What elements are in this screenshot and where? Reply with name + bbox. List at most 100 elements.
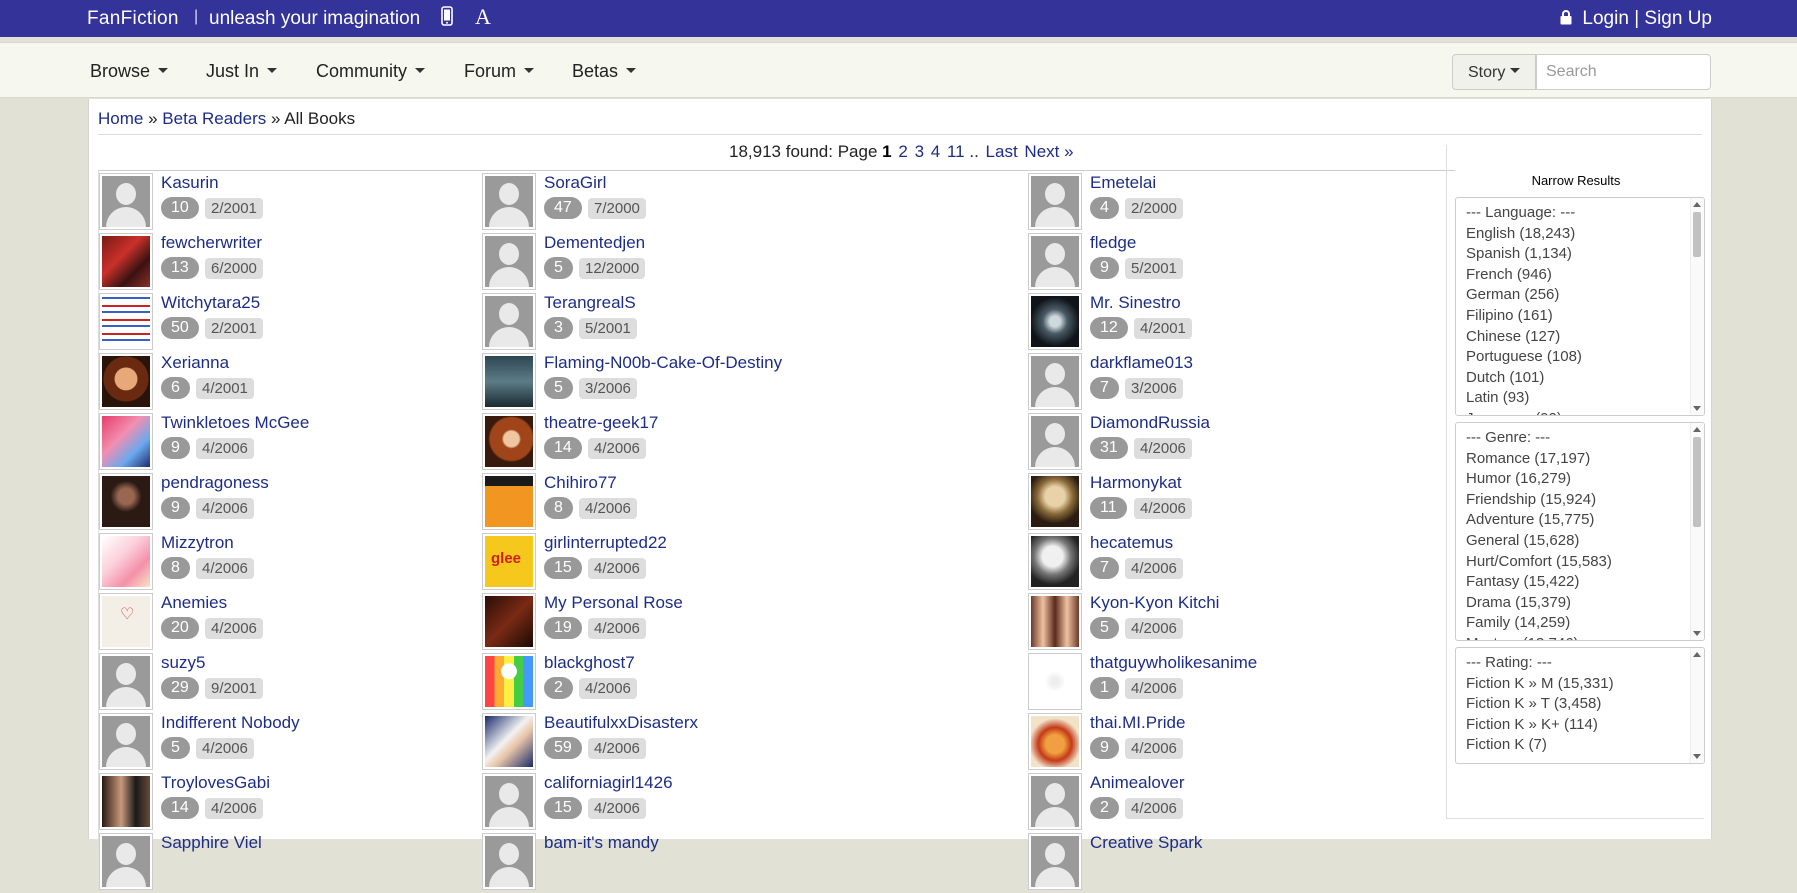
rating-option[interactable]: Fiction K » T (3,458) (1466, 694, 1704, 715)
beta-reader-name-link[interactable]: Harmonykat (1090, 473, 1182, 493)
avatar[interactable] (99, 773, 153, 830)
genre-option[interactable]: Hurt/Comfort (15,583) (1466, 552, 1704, 573)
language-option[interactable]: --- Language: --- (1466, 203, 1704, 224)
language-option[interactable]: German (256) (1466, 285, 1704, 306)
beta-reader-name-link[interactable]: Witchytara25 (161, 293, 260, 313)
nav-community[interactable]: Community (316, 61, 426, 82)
scrollbar[interactable] (1690, 423, 1704, 640)
avatar[interactable] (482, 773, 536, 830)
genre-option[interactable]: Humor (16,279) (1466, 469, 1704, 490)
avatar[interactable] (1028, 353, 1082, 410)
scroll-up-icon[interactable] (1693, 652, 1701, 657)
rating-option[interactable]: --- Rating: --- (1466, 653, 1704, 674)
beta-reader-name-link[interactable]: fledge (1090, 233, 1136, 253)
story-select-button[interactable]: Story (1452, 54, 1536, 90)
avatar[interactable] (1028, 233, 1082, 290)
beta-reader-name-link[interactable]: Kyon-Kyon Kitchi (1090, 593, 1219, 613)
scrollbar-thumb[interactable] (1693, 212, 1701, 257)
avatar[interactable] (482, 713, 536, 770)
nav-forum[interactable]: Forum (464, 61, 535, 82)
avatar[interactable] (1028, 413, 1082, 470)
scrollbar-thumb[interactable] (1693, 437, 1701, 527)
language-option[interactable]: Latin (93) (1466, 388, 1704, 409)
breadcrumb-beta-readers[interactable]: Beta Readers (162, 109, 266, 128)
avatar[interactable] (99, 233, 153, 290)
rating-option[interactable]: Fiction K (7) (1466, 735, 1704, 756)
scrollbar[interactable] (1690, 648, 1704, 763)
beta-reader-name-link[interactable]: TerangrealS (544, 293, 636, 313)
genre-option[interactable]: Adventure (15,775) (1466, 510, 1704, 531)
genre-filter[interactable]: --- Genre: --- Romance (17,197) Humor (16,… (1455, 422, 1705, 641)
beta-reader-name-link[interactable]: Flaming-N00b-Cake-Of-Destiny (544, 353, 782, 373)
language-option[interactable]: Chinese (127) (1466, 327, 1704, 348)
mobile-icon[interactable] (441, 6, 453, 32)
avatar[interactable] (482, 293, 536, 350)
genre-option[interactable]: Mystery (13,746) (1466, 634, 1704, 640)
avatar[interactable] (482, 233, 536, 290)
beta-reader-name-link[interactable]: blackghost7 (544, 653, 635, 673)
login-signup-link[interactable]: Login | Sign Up (1560, 8, 1712, 30)
avatar[interactable] (1028, 293, 1082, 350)
beta-reader-name-link[interactable]: DiamondRussia (1090, 413, 1210, 433)
scroll-down-icon[interactable] (1693, 754, 1701, 759)
page-link[interactable]: 4 (931, 142, 940, 161)
beta-reader-name-link[interactable]: Chihiro77 (544, 473, 617, 493)
avatar[interactable] (482, 533, 536, 590)
avatar[interactable] (482, 353, 536, 410)
avatar[interactable] (1028, 833, 1082, 890)
beta-reader-name-link[interactable]: SoraGirl (544, 173, 606, 193)
beta-reader-name-link[interactable]: Mr. Sinestro (1090, 293, 1181, 313)
beta-reader-name-link[interactable]: girlinterrupted22 (544, 533, 667, 553)
beta-reader-name-link[interactable]: Anemies (161, 593, 227, 613)
language-filter[interactable]: --- Language: --- English (18,243) Spanish… (1455, 197, 1705, 416)
breadcrumb-home[interactable]: Home (98, 109, 143, 128)
beta-reader-name-link[interactable]: My Personal Rose (544, 593, 683, 613)
beta-reader-name-link[interactable]: Kasurin (161, 173, 219, 193)
beta-reader-name-link[interactable]: Mizzytron (161, 533, 234, 553)
genre-option[interactable]: General (15,628) (1466, 531, 1704, 552)
avatar[interactable] (482, 413, 536, 470)
beta-reader-name-link[interactable]: BeautifulxxDisasterx (544, 713, 698, 733)
avatar[interactable] (99, 413, 153, 470)
nav-betas[interactable]: Betas (572, 61, 637, 82)
rating-option[interactable]: Fiction K » M (15,331) (1466, 674, 1704, 695)
scroll-up-icon[interactable] (1693, 202, 1701, 207)
language-option[interactable]: Dutch (101) (1466, 368, 1704, 389)
avatar[interactable] (99, 533, 153, 590)
avatar[interactable] (1028, 593, 1082, 650)
avatar[interactable] (99, 833, 153, 890)
beta-reader-name-link[interactable]: Sapphire Viel (161, 833, 262, 853)
language-option[interactable]: Japanese (92) (1466, 409, 1704, 415)
language-option[interactable]: Portuguese (108) (1466, 347, 1704, 368)
language-option[interactable]: Filipino (161) (1466, 306, 1704, 327)
avatar[interactable] (99, 293, 153, 350)
beta-reader-name-link[interactable]: TroylovesGabi (161, 773, 270, 793)
language-option[interactable]: Spanish (1,134) (1466, 244, 1704, 265)
scroll-down-icon[interactable] (1693, 406, 1701, 411)
beta-reader-name-link[interactable]: thai.MI.Pride (1090, 713, 1185, 733)
avatar[interactable] (99, 473, 153, 530)
avatar[interactable] (482, 473, 536, 530)
auth-text[interactable]: Login | Sign Up (1582, 8, 1712, 29)
beta-reader-name-link[interactable]: Dementedjen (544, 233, 645, 253)
beta-reader-name-link[interactable]: pendragoness (161, 473, 269, 493)
avatar[interactable] (482, 833, 536, 890)
avatar[interactable] (1028, 653, 1082, 710)
beta-reader-name-link[interactable]: bam-it's mandy (544, 833, 659, 853)
scroll-up-icon[interactable] (1693, 427, 1701, 432)
language-option[interactable]: English (18,243) (1466, 224, 1704, 245)
genre-option[interactable]: Friendship (15,924) (1466, 490, 1704, 511)
avatar[interactable] (482, 173, 536, 230)
avatar[interactable] (99, 353, 153, 410)
page-link[interactable]: 3 (915, 142, 924, 161)
beta-reader-name-link[interactable]: theatre-geek17 (544, 413, 658, 433)
beta-reader-name-link[interactable]: hecatemus (1090, 533, 1173, 553)
last-page-link[interactable]: Last (986, 142, 1018, 161)
avatar[interactable] (99, 713, 153, 770)
search-input[interactable] (1536, 54, 1711, 90)
nav-browse[interactable]: Browse (90, 61, 169, 82)
avatar[interactable] (99, 593, 153, 650)
genre-option[interactable]: Family (14,259) (1466, 613, 1704, 634)
beta-reader-name-link[interactable]: californiagirl1426 (544, 773, 673, 793)
beta-reader-name-link[interactable]: Creative Spark (1090, 833, 1202, 853)
